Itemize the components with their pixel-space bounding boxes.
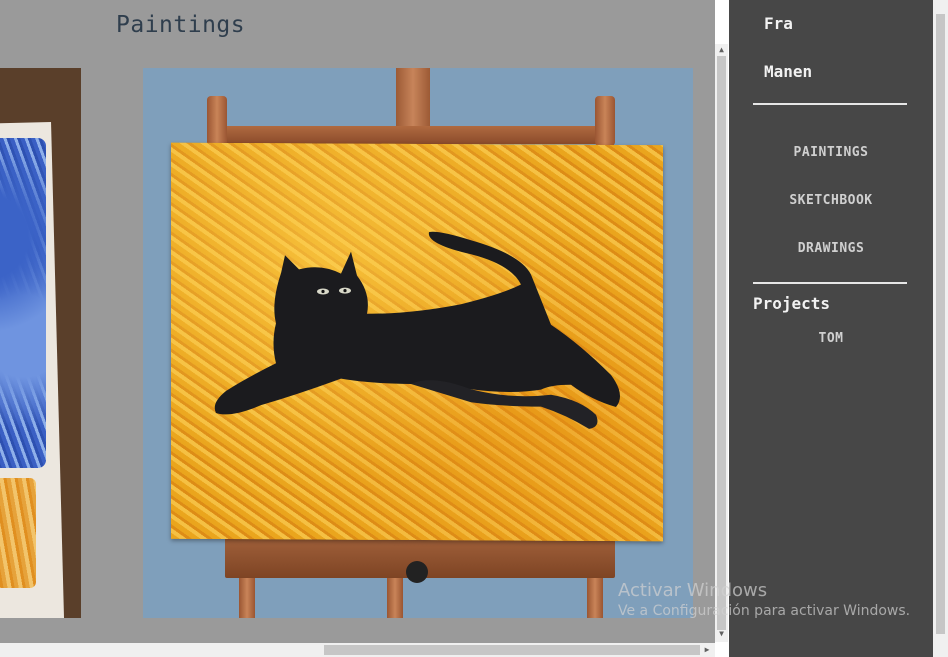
brand-name-last[interactable]: Manen (764, 62, 812, 81)
scroll-down-icon[interactable]: ▼ (715, 628, 728, 640)
nav-item-drawings[interactable]: DRAWINGS (729, 241, 933, 256)
divider (753, 103, 907, 105)
nav-item-paintings[interactable]: PAINTINGS (729, 145, 933, 160)
gallery-image-current[interactable] (143, 68, 693, 618)
window-scrollbar[interactable] (933, 0, 948, 657)
painting-canvas (171, 142, 663, 542)
black-cat-figure (214, 231, 620, 429)
scrollbar-thumb[interactable] (717, 56, 726, 630)
gallery-image-previous[interactable] (0, 68, 81, 618)
easel-crank-knob (406, 561, 428, 583)
scroll-right-icon[interactable]: ▶ (700, 643, 714, 657)
orange-pastel-area (0, 478, 36, 588)
vertical-scrollbar[interactable]: ▲ ▼ (715, 44, 728, 642)
blue-pastel-area (0, 138, 46, 468)
easel-clamp-left (207, 96, 227, 146)
horizontal-scrollbar[interactable]: ▶ (0, 643, 715, 657)
easel-crossbar (209, 126, 615, 144)
easel-clamp-right (595, 96, 615, 146)
horizontal-scrollbar-thumb[interactable] (324, 645, 700, 655)
gallery-viewport[interactable]: Paintings (0, 0, 715, 643)
projects-heading: Projects (753, 294, 831, 313)
window-scrollbar-thumb[interactable] (936, 14, 945, 634)
divider (753, 282, 907, 284)
page-title: Paintings (116, 12, 246, 38)
project-item-tom[interactable]: TOM (729, 331, 933, 346)
sidebar: Fra Manen PAINTINGS SKETCHBOOK DRAWINGS … (729, 0, 933, 657)
nav-item-sketchbook[interactable]: SKETCHBOOK (729, 193, 933, 208)
brand-name-first[interactable]: Fra (764, 14, 793, 33)
scroll-up-icon[interactable]: ▲ (715, 44, 728, 56)
